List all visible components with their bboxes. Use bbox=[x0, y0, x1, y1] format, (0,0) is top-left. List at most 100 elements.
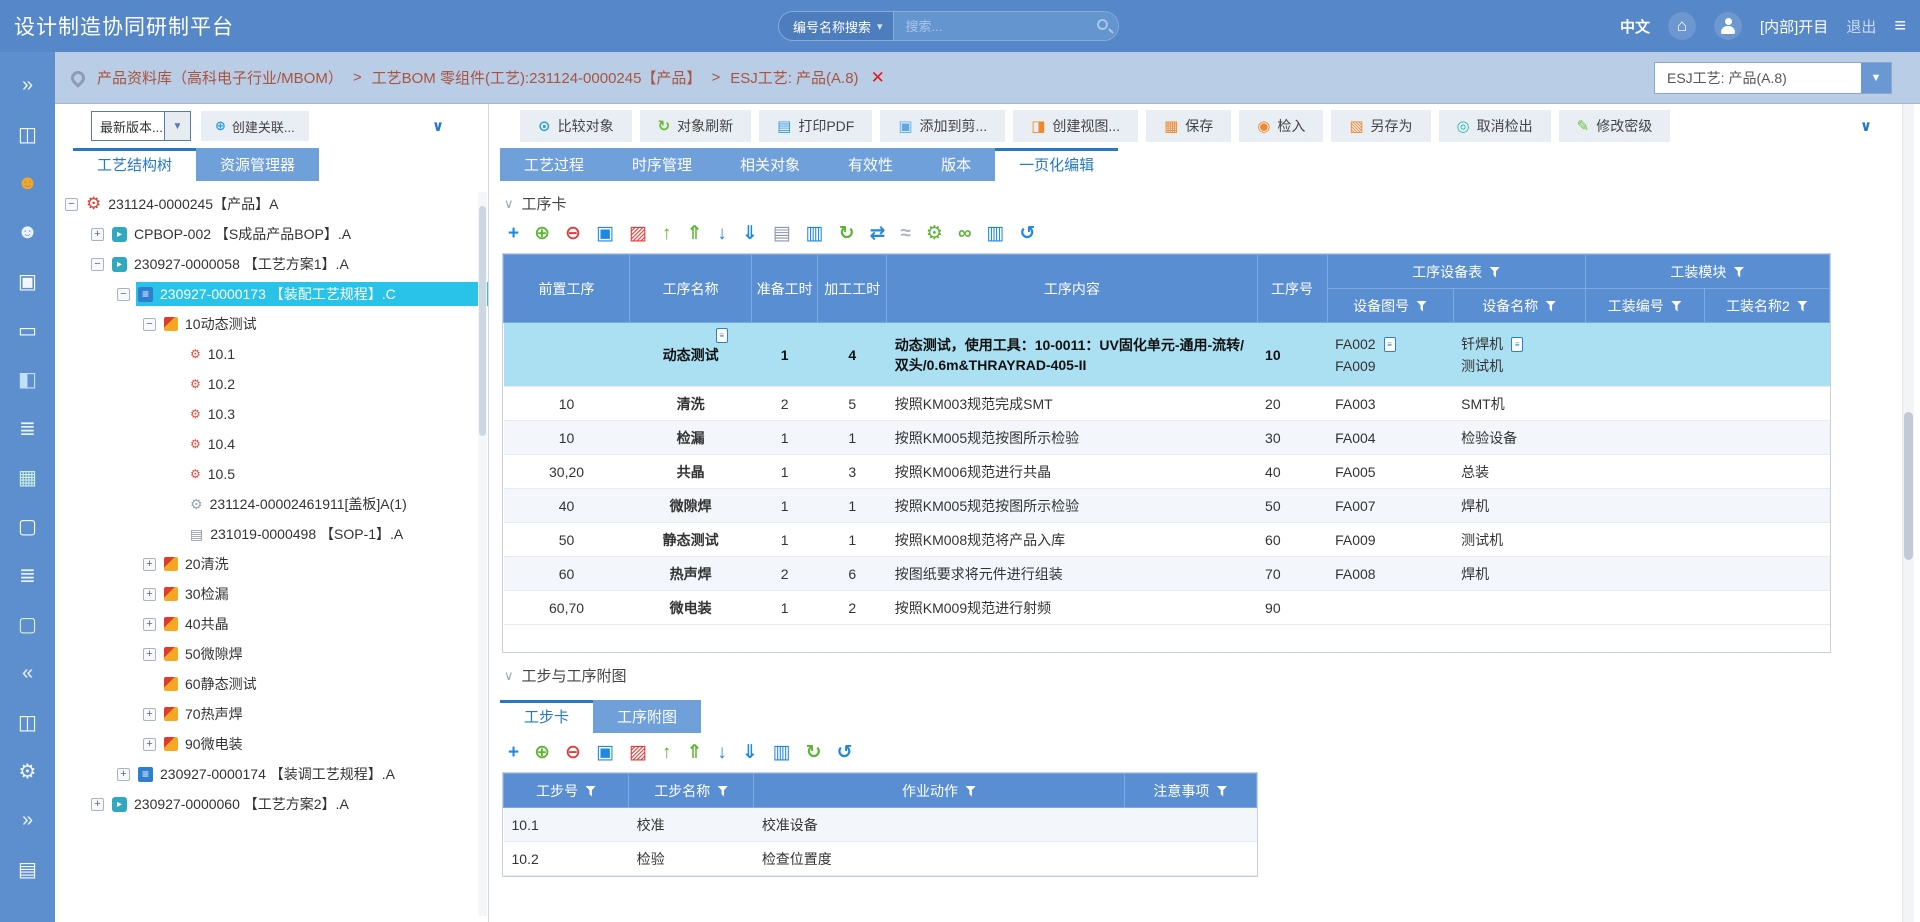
col-header-prep-hours[interactable]: 准备工时 bbox=[752, 255, 818, 323]
toolbar-button[interactable]: ▤ 打印PDF bbox=[759, 110, 872, 142]
note-icon[interactable]: ≡ bbox=[716, 328, 728, 343]
rail-icon[interactable]: ≣ bbox=[0, 560, 55, 590]
breadcrumb-item-bom[interactable]: 工艺BOM 零组件(工艺):231124-0000245【产品】 bbox=[372, 67, 702, 88]
rail-icon[interactable]: ◫ bbox=[0, 119, 55, 149]
language-switch[interactable]: 中文 bbox=[1620, 16, 1650, 37]
user-icon[interactable] bbox=[1714, 12, 1742, 40]
row-tool-icon[interactable]: ⚙ bbox=[926, 224, 943, 243]
row-tool-icon[interactable]: ↺ bbox=[1019, 224, 1035, 243]
col-header-equipment-name[interactable]: 设备名称 bbox=[1453, 289, 1585, 323]
collapse-toolbar-icon[interactable] bbox=[432, 117, 444, 135]
tree-tab[interactable]: 工艺结构树 bbox=[73, 148, 196, 181]
process-table-row[interactable]: 50 静态测试 ≡ 1 1 按照KM008规范将产品入库 60 FA009≡ bbox=[504, 523, 1830, 557]
toolbar-button[interactable]: ↻ 对象刷新 bbox=[640, 110, 752, 142]
tree-expander-icon[interactable] bbox=[143, 618, 156, 631]
row-tool-icon[interactable]: ⇄ bbox=[870, 224, 886, 243]
note-icon[interactable]: ≡ bbox=[1511, 337, 1523, 352]
tree-item[interactable]: 10动态测试 bbox=[55, 309, 488, 339]
col-header-pre-process[interactable]: 前置工序 bbox=[504, 255, 630, 323]
row-tool-icon[interactable]: ⊖ bbox=[565, 743, 581, 762]
tree-item[interactable]: 231124-00002461911[盖板]A(1) bbox=[55, 489, 488, 519]
row-tool-icon[interactable]: ⇓ bbox=[742, 224, 758, 243]
row-tool-icon[interactable]: ↑ bbox=[662, 224, 672, 243]
rail-icon[interactable]: ▢ bbox=[0, 511, 55, 541]
toolbar-button[interactable]: ◎ 取消检出 bbox=[1439, 110, 1551, 142]
col-header-equipment-no[interactable]: 设备图号 bbox=[1327, 289, 1453, 323]
tree-item[interactable]: 60静态测试 bbox=[55, 669, 488, 699]
col-header-tool-name[interactable]: 工装名称2 bbox=[1704, 289, 1829, 323]
process-table-row[interactable]: 动态测试 ≡ 1 4 动态测试，使用工具：10-0011：UV固化单元-通用-流… bbox=[504, 323, 1830, 387]
tree-expander-icon[interactable] bbox=[143, 558, 156, 571]
rail-icon[interactable]: » bbox=[0, 805, 55, 835]
rail-icon[interactable]: ▦ bbox=[0, 462, 55, 492]
tree-item[interactable]: 230927-0000060 【工艺方案2】.A bbox=[55, 789, 488, 819]
col-header-tool-no[interactable]: 工装编号 bbox=[1585, 289, 1704, 323]
home-icon[interactable]: ⌂ bbox=[1668, 12, 1696, 40]
logout-link[interactable]: 退出 bbox=[1846, 16, 1876, 37]
version-filter-dropdown[interactable]: 最新版本... ▼ bbox=[91, 111, 191, 141]
row-tool-icon[interactable]: ▨ bbox=[629, 224, 647, 243]
tree-expander-icon[interactable] bbox=[91, 258, 104, 271]
process-table-row[interactable]: 60 热声焊 ≡ 2 6 按图纸要求将元件进行组装 70 FA008≡ bbox=[504, 557, 1830, 591]
rail-icon[interactable]: ≣ bbox=[0, 413, 55, 443]
tree-expander-icon[interactable] bbox=[91, 228, 104, 241]
tree-item[interactable]: 230927-0000174 【装调工艺规程】.A bbox=[55, 759, 488, 789]
close-icon[interactable]: ✕ bbox=[871, 68, 885, 88]
row-tool-icon[interactable]: ⇓ bbox=[742, 743, 758, 762]
tree-expander-icon[interactable] bbox=[91, 798, 104, 811]
row-tool-icon[interactable]: ⇑ bbox=[686, 224, 702, 243]
tree-expander-icon[interactable] bbox=[143, 708, 156, 721]
toolbar-button[interactable]: ✎ 修改密级 bbox=[1559, 110, 1671, 142]
col-header-step-no[interactable]: 工步号 bbox=[504, 774, 629, 808]
col-header-note[interactable]: 注意事项 bbox=[1124, 774, 1256, 808]
col-header-process-name[interactable]: 工序名称 bbox=[630, 255, 752, 323]
col-header-process-no[interactable]: 工序号 bbox=[1257, 255, 1327, 323]
process-table-row[interactable]: 10 检漏 ≡ 1 1 按照KM005规范按图所示检验 30 FA004≡ bbox=[504, 421, 1830, 455]
tree-item[interactable]: 50微隙焊 bbox=[55, 639, 488, 669]
tree-item[interactable]: 20清洗 bbox=[55, 549, 488, 579]
col-header-step-name[interactable]: 工步名称 bbox=[629, 774, 754, 808]
row-tool-icon[interactable]: + bbox=[508, 224, 519, 243]
vertical-scrollbar[interactable] bbox=[1902, 104, 1914, 922]
toolbar-button[interactable]: ▦ 保存 bbox=[1146, 110, 1231, 142]
row-tool-icon[interactable]: ↑ bbox=[662, 743, 672, 762]
toolbar-button[interactable]: ◉ 检入 bbox=[1239, 110, 1323, 142]
chevron-down-icon[interactable]: ▼ bbox=[1861, 63, 1891, 93]
toolbar-button[interactable]: ▧ 另存为 bbox=[1331, 110, 1430, 142]
row-tool-icon[interactable]: ▣ bbox=[596, 743, 614, 762]
breadcrumb-item-library[interactable]: 产品资料库（高科电子行业/MBOM） bbox=[97, 67, 343, 88]
tree-item[interactable]: 10.2 bbox=[55, 369, 488, 399]
process-table-row[interactable]: 10 清洗 ≡ 2 5 按照KM003规范完成SMT 20 FA003≡ bbox=[504, 387, 1830, 421]
collapse-toolbar-icon[interactable] bbox=[1860, 117, 1872, 135]
row-tool-icon[interactable]: ▥ bbox=[806, 224, 824, 243]
rail-icon[interactable]: « bbox=[0, 658, 55, 688]
row-tool-icon[interactable]: ∞ bbox=[958, 224, 972, 243]
row-tool-icon[interactable]: ▥ bbox=[773, 743, 791, 762]
main-tab[interactable]: 版本 bbox=[917, 148, 995, 181]
tree-item[interactable]: 230927-0000173 【装配工艺规程】.C bbox=[55, 279, 488, 309]
tree-expander-icon[interactable] bbox=[143, 588, 156, 601]
row-tool-icon[interactable]: ⇑ bbox=[686, 743, 702, 762]
breadcrumb-item-process[interactable]: ESJ工艺: 产品(A.8) bbox=[730, 67, 858, 88]
rail-icon[interactable]: ◧ bbox=[0, 364, 55, 394]
steps-tab[interactable]: 工序附图 bbox=[593, 700, 701, 733]
row-tool-icon[interactable]: ▤ bbox=[773, 224, 791, 243]
tree-expander-icon[interactable] bbox=[143, 318, 156, 331]
tree-scrollbar[interactable] bbox=[478, 192, 487, 916]
tree-item[interactable]: 30检漏 bbox=[55, 579, 488, 609]
rail-icon[interactable]: ▣ bbox=[0, 266, 55, 296]
row-tool-icon[interactable]: ↓ bbox=[717, 743, 727, 762]
process-version-selector[interactable]: ESJ工艺: 产品(A.8) ▼ bbox=[1654, 62, 1892, 94]
tree-item[interactable]: 70热声焊 bbox=[55, 699, 488, 729]
process-table-row[interactable]: 30,20 共晶 ≡ 1 3 按照KM006规范进行共晶 40 FA005≡ bbox=[504, 455, 1830, 489]
rail-icon[interactable]: ☻ bbox=[0, 217, 55, 247]
col-header-action[interactable]: 作业动作 bbox=[754, 774, 1124, 808]
tree-expander-icon[interactable] bbox=[117, 768, 130, 781]
main-tab[interactable]: 工艺过程 bbox=[500, 148, 608, 181]
search-input[interactable] bbox=[894, 12, 1118, 40]
rail-icon[interactable]: ◫ bbox=[0, 707, 55, 737]
main-tab[interactable]: 相关对象 bbox=[716, 148, 824, 181]
rail-icon[interactable]: ☻ bbox=[0, 168, 55, 198]
row-tool-icon[interactable]: ⊖ bbox=[565, 224, 581, 243]
rail-icon[interactable]: ▤ bbox=[0, 854, 55, 884]
